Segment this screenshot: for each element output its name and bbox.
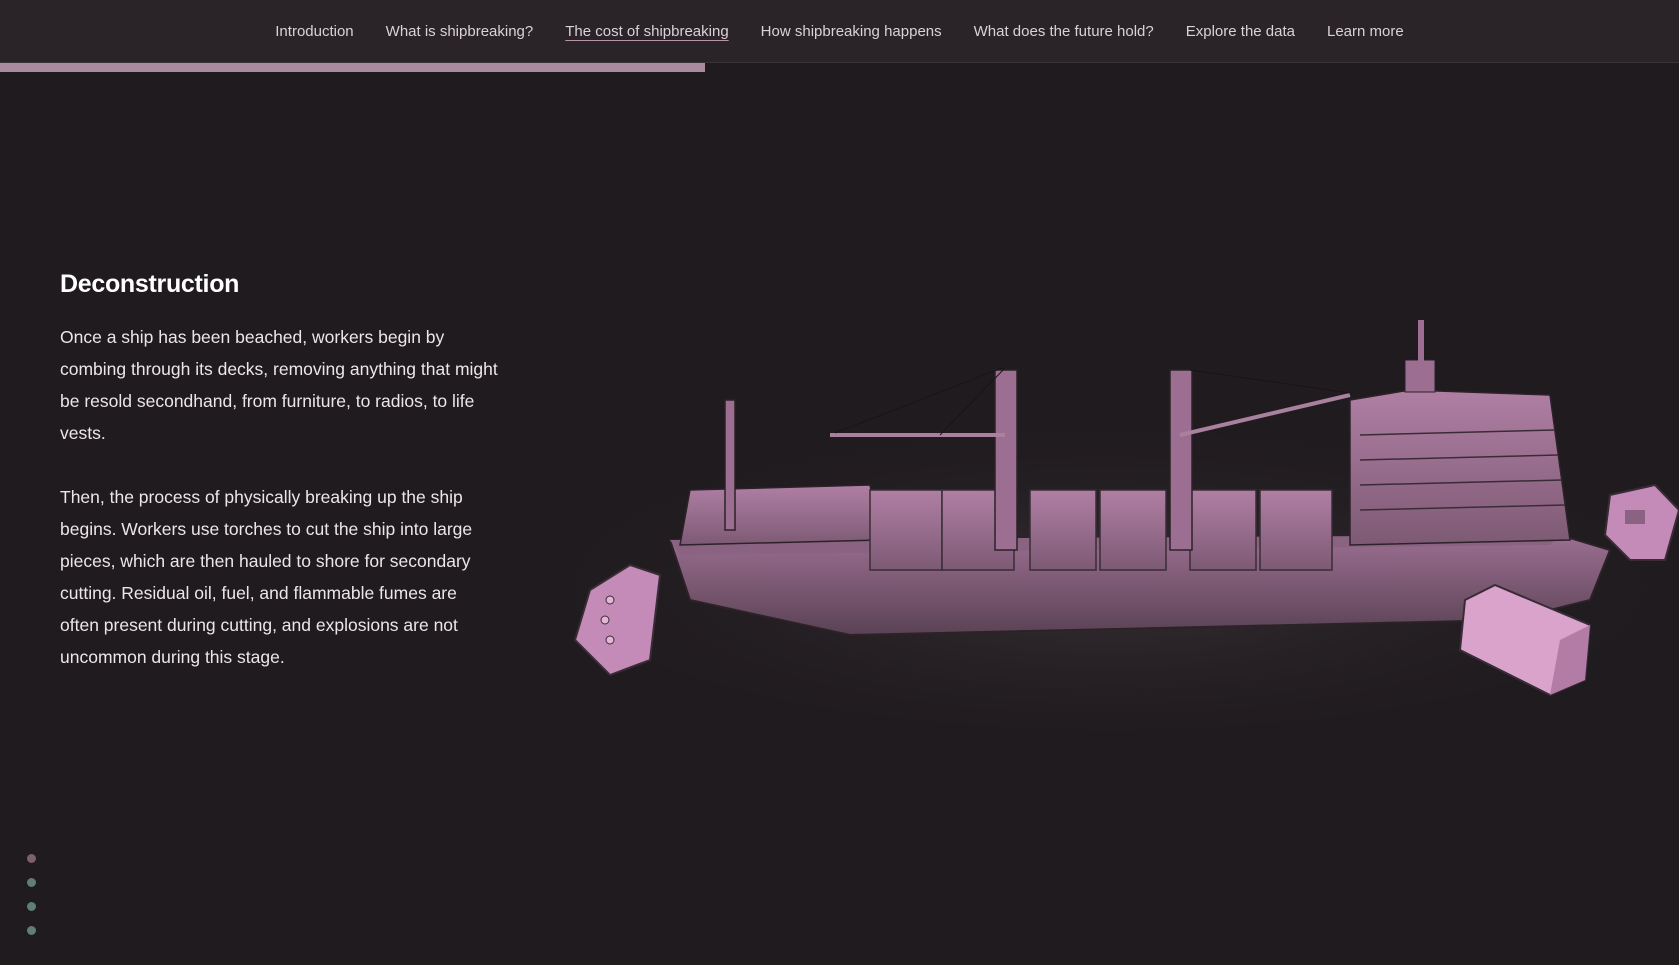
step-dot-1[interactable] bbox=[27, 854, 36, 863]
nav-link-learn-more[interactable]: Learn more bbox=[1327, 23, 1404, 40]
ship-illustration bbox=[550, 300, 1679, 780]
nav-link-explore-data[interactable]: Explore the data bbox=[1186, 23, 1295, 40]
reading-progress-bar bbox=[0, 63, 1679, 72]
section-text: Deconstruction Once a ship has been beac… bbox=[60, 270, 500, 705]
section-paragraph-1: Once a ship has been beached, workers be… bbox=[60, 327, 498, 443]
nav-link-introduction[interactable]: Introduction bbox=[275, 23, 353, 40]
step-dot-4[interactable] bbox=[27, 926, 36, 935]
top-navigation: Introduction What is shipbreaking? The c… bbox=[0, 0, 1679, 63]
reading-progress-fill bbox=[0, 63, 706, 72]
step-dot-2[interactable] bbox=[27, 878, 36, 887]
nav-link-how-shipbreaking-happens[interactable]: How shipbreaking happens bbox=[761, 23, 942, 40]
nav-link-future[interactable]: What does the future hold? bbox=[974, 23, 1154, 40]
section-heading: Deconstruction bbox=[60, 270, 240, 298]
nav-list: Introduction What is shipbreaking? The c… bbox=[0, 0, 1679, 63]
step-dot-3[interactable] bbox=[27, 902, 36, 911]
step-indicator bbox=[27, 854, 37, 950]
nav-link-cost-of-shipbreaking[interactable]: The cost of shipbreaking bbox=[565, 23, 728, 40]
section-paragraph-2: Then, the process of physically breaking… bbox=[60, 487, 473, 667]
nav-link-what-is-shipbreaking[interactable]: What is shipbreaking? bbox=[386, 23, 534, 40]
cargo-ship-icon bbox=[550, 320, 1679, 730]
